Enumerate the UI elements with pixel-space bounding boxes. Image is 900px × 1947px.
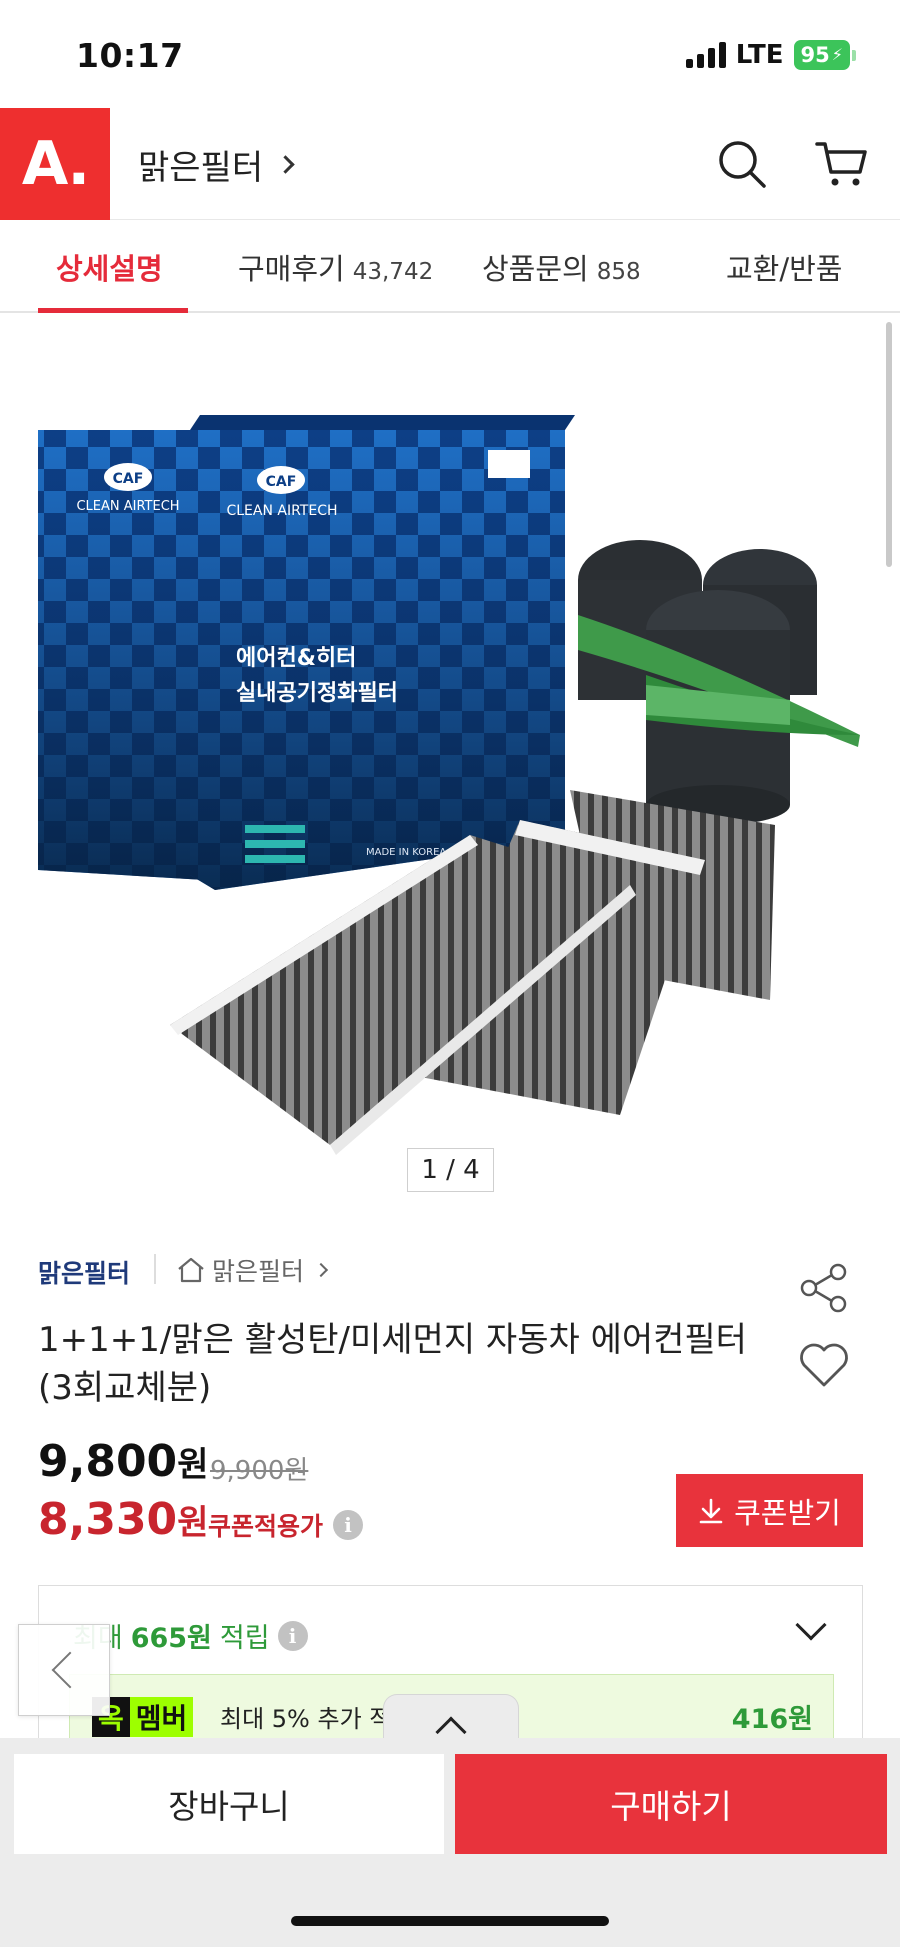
divider [154, 1254, 156, 1284]
member-benefit-text: 최대 5% 추가 적 [220, 1705, 392, 1733]
network-label: LTE [735, 40, 784, 70]
status-time: 10:17 [76, 36, 184, 75]
points-amount: 665원 [130, 1623, 212, 1654]
status-bar: 10:17 LTE 95 ⚡ [0, 0, 900, 108]
sale-price: 9,800원 [38, 1436, 208, 1487]
coupon-button-label: 쿠폰받기 [734, 1497, 841, 1530]
store-title-link[interactable]: 맑은필터 [138, 140, 295, 189]
box-brand-sub-front: CLEAN AIRTECH [226, 503, 337, 519]
filter-box-front: CAF CLEAN AIRTECH 에어컨&히터 실내공기정화필터 MADE I… [190, 415, 575, 890]
store-link[interactable]: 맑은필터 [176, 1252, 329, 1288]
product-image: CAF CLEAN AIRTECH CAF CLEAN AIRTECH 에어컨&… [38, 415, 860, 1155]
filter-box-back: CAF CLEAN AIRTECH [38, 430, 205, 880]
coupon-price: 8,330원 [38, 1494, 208, 1545]
bottom-action-bar: 장바구니 구매하기 [0, 1738, 900, 1947]
coupon-label-text: 쿠폰적용가 [208, 1512, 324, 1541]
image-counter: 1 / 4 [407, 1148, 494, 1192]
chevron-right-icon [313, 1262, 329, 1278]
charcoal-bundle [578, 540, 860, 825]
download-coupon-button[interactable]: 쿠폰받기 [676, 1474, 863, 1547]
home-indicator[interactable] [291, 1916, 609, 1926]
tab-description[interactable]: 상세설명 [56, 246, 163, 288]
coupon-price-label: 쿠폰적용가 i [208, 1507, 364, 1543]
info-icon[interactable]: i [277, 1620, 308, 1651]
tab-reviews-label: 구매후기 [238, 252, 345, 286]
tab-returns[interactable]: 교환/반품 [726, 246, 843, 288]
app-header: A. 맑은필터 [0, 108, 900, 220]
coupon-price-value: 8,330 [38, 1494, 178, 1545]
coupon-price-unit: 원 [177, 1503, 209, 1543]
tab-reviews-count: 43,742 [352, 259, 434, 285]
product-title: 1+1+1/맑은 활성탄/미세먼지 자동차 에어컨필터 (3회교체분) [38, 1320, 747, 1408]
box-text-2: 실내공기정화필터 [236, 681, 398, 706]
tab-inquiries-label: 상품문의 [482, 252, 589, 286]
product-image-gallery[interactable]: CAF CLEAN AIRTECH CAF CLEAN AIRTECH 에어컨&… [0, 315, 900, 1200]
heart-icon[interactable] [798, 1340, 850, 1390]
app-logo[interactable]: A. [0, 108, 110, 220]
brand-link[interactable]: 맑은필터 [38, 1254, 130, 1290]
download-icon [699, 1498, 723, 1523]
share-icon[interactable] [798, 1262, 850, 1314]
tab-inquiries-count: 858 [596, 259, 641, 285]
box-brand-sub-back: CLEAN AIRTECH [76, 499, 179, 514]
active-tab-indicator [38, 308, 188, 313]
gallery-scrollbar[interactable] [886, 322, 892, 567]
original-price: 9,900원 [210, 1456, 309, 1486]
sale-price-value: 9,800 [38, 1436, 178, 1487]
sale-price-unit: 원 [177, 1445, 209, 1485]
chevron-right-icon [276, 155, 295, 174]
box-text-1: 에어컨&히터 [236, 646, 356, 671]
store-name: 맑은필터 [212, 1257, 305, 1286]
tab-reviews[interactable]: 구매후기 43,742 [238, 246, 433, 288]
chevron-down-icon[interactable] [795, 1609, 827, 1641]
member-benefit-amount: 416원 [731, 1704, 813, 1735]
box-brand-front: CAF [266, 474, 297, 490]
info-icon[interactable]: i [333, 1510, 364, 1540]
add-to-cart-button[interactable]: 장바구니 [14, 1754, 444, 1854]
search-icon[interactable] [714, 136, 770, 192]
store-title: 맑은필터 [138, 148, 264, 188]
tab-description-label: 상세설명 [56, 252, 163, 286]
box-made: MADE IN KOREA [366, 847, 446, 858]
chevron-left-icon [51, 1651, 89, 1689]
tab-returns-label: 교환/반품 [726, 252, 843, 286]
status-right: LTE 95 ⚡ [685, 40, 856, 70]
member-badge-label: 멤버 [129, 1697, 194, 1737]
cart-icon[interactable] [814, 136, 870, 192]
tab-inquiries[interactable]: 상품문의 858 [482, 246, 641, 288]
signal-icon [685, 42, 726, 68]
battery-icon: 95 ⚡ [793, 40, 856, 70]
buy-now-button[interactable]: 구매하기 [455, 1754, 887, 1854]
home-icon [178, 1257, 204, 1283]
product-tabs: 상세설명 구매후기 43,742 상품문의 858 교환/반품 [0, 220, 900, 313]
box-brand-back: CAF [113, 471, 144, 487]
battery-level: 95 [800, 43, 830, 67]
points-suffix: 적립 [219, 1623, 270, 1654]
back-button[interactable] [18, 1624, 110, 1716]
